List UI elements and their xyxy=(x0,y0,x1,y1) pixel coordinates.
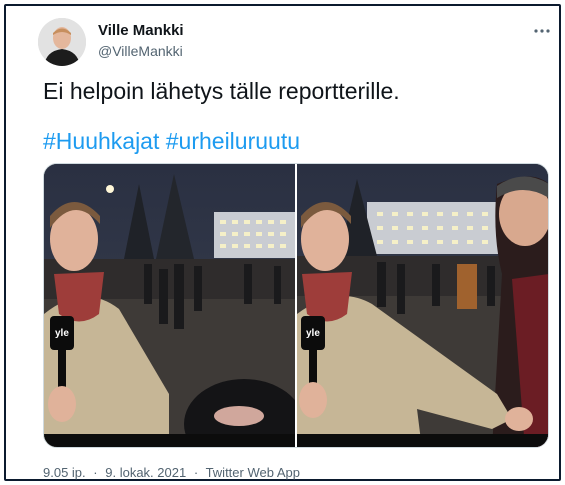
yle-logo: yle xyxy=(306,328,320,339)
broadcast-frame-left: yle xyxy=(44,164,295,447)
tweet-time[interactable]: 9.05 ip. xyxy=(43,465,86,480)
separator-dot: · xyxy=(193,465,199,480)
yle-logo: yle xyxy=(55,328,69,339)
avatar-image xyxy=(38,18,86,66)
tweet-date[interactable]: 9. lokak. 2021 xyxy=(105,465,186,480)
tweet-hashtags: #Huuhkajat #urheiluruutu xyxy=(43,127,300,155)
more-options-button[interactable] xyxy=(532,20,552,40)
more-dots-icon xyxy=(533,21,551,39)
hashtag-link[interactable]: #Huuhkajat xyxy=(43,128,159,154)
broadcast-frame-right: yle xyxy=(296,164,548,447)
tweet-client[interactable]: Twitter Web App xyxy=(206,465,300,480)
media-image-left[interactable]: yle xyxy=(44,164,295,447)
separator-dot: · xyxy=(93,465,98,480)
tweet-metadata: 9.05 ip. · 9. lokak. 2021 · Twitter Web … xyxy=(43,465,304,480)
tweet-text: Ei helpoin lähetys tälle reportterille. xyxy=(43,78,400,104)
media-grid: yle yle xyxy=(43,163,549,448)
media-image-right[interactable]: yle xyxy=(296,164,548,447)
tweet-card: Ville Mankki @VilleMankki Ei helpoin läh… xyxy=(4,4,561,481)
author-handle[interactable]: @VilleMankki xyxy=(98,43,183,59)
hashtag-link[interactable]: #urheiluruutu xyxy=(166,128,300,154)
avatar[interactable] xyxy=(38,18,86,66)
author-display-name[interactable]: Ville Mankki xyxy=(98,22,184,39)
